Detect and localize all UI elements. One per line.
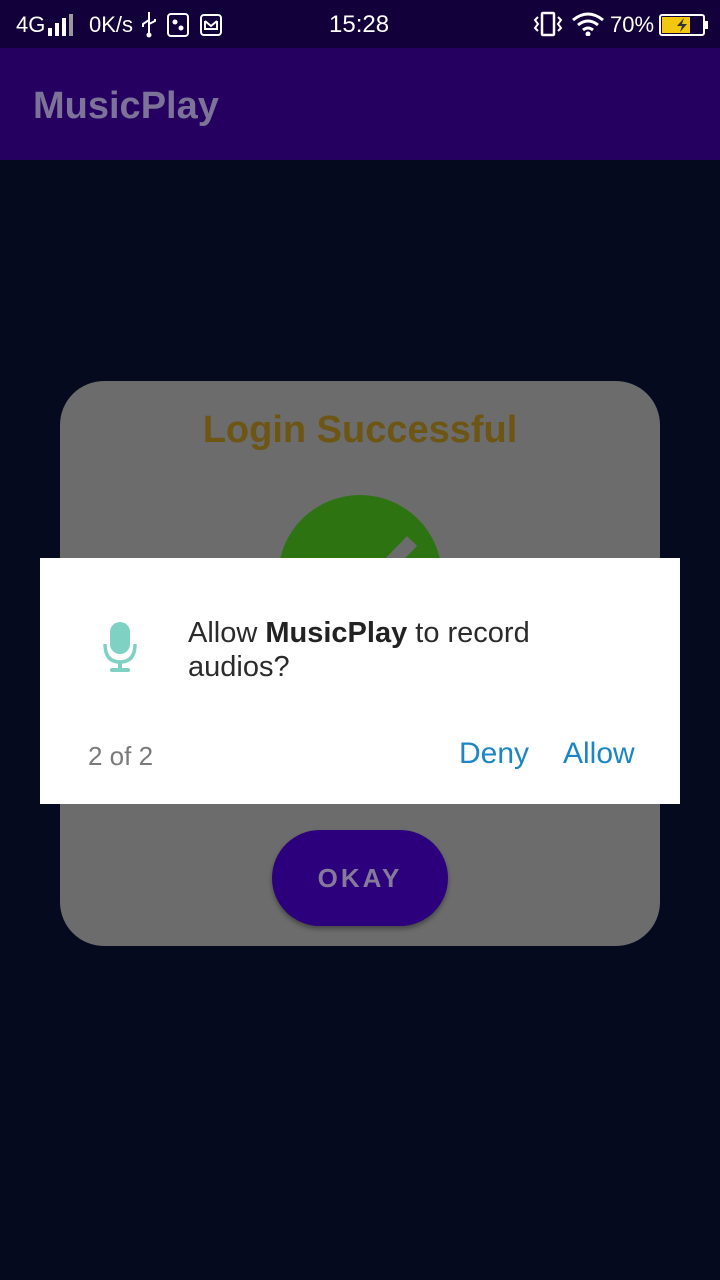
mail-icon xyxy=(200,14,222,42)
battery-percent: 70% xyxy=(610,12,655,37)
allow-button[interactable]: Allow xyxy=(563,736,635,772)
clock: 15:28 xyxy=(329,11,390,38)
microphone-icon xyxy=(102,620,138,674)
app-title: MusicPlay xyxy=(33,85,219,127)
status-bar: 4G 0K/s 15:28 70% xyxy=(0,0,720,48)
permission-dialog: Allow MusicPlay to record audios? 2 of 2… xyxy=(40,558,680,804)
permission-message: Allow MusicPlay to record audios? xyxy=(188,616,628,684)
permission-counter: 2 of 2 xyxy=(88,741,154,771)
vibrate-icon xyxy=(533,11,563,39)
network-speed: 0K/s xyxy=(89,12,134,37)
permission-prefix: Allow xyxy=(188,617,266,649)
login-success-title: Login Successful xyxy=(202,409,518,451)
usb-icon xyxy=(140,12,158,40)
sim-icon xyxy=(167,13,189,41)
battery-icon xyxy=(659,14,709,42)
deny-button[interactable]: Deny xyxy=(459,736,529,772)
network-type: 4G xyxy=(16,12,46,37)
wifi-icon xyxy=(571,12,605,40)
okay-button[interactable]: OKAY xyxy=(272,830,448,926)
screen: 4G 0K/s 15:28 70% MusicPlay Login Succes… xyxy=(0,0,720,1280)
signal-icon xyxy=(48,14,78,42)
permission-app-name: MusicPlay xyxy=(265,617,408,649)
